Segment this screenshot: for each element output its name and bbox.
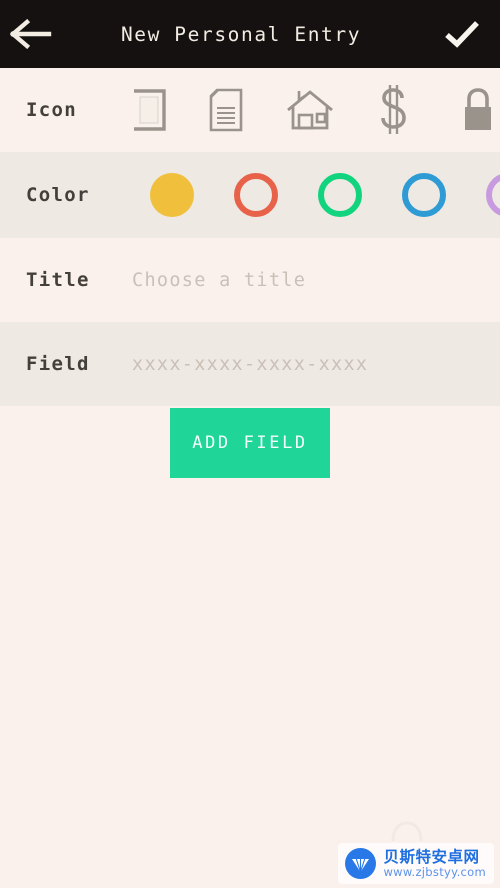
card-icon (134, 89, 166, 131)
house-icon (287, 90, 333, 130)
color-option-yellow[interactable] (130, 152, 214, 238)
icon-row-label: Icon (26, 99, 77, 121)
field-label: Field (26, 353, 90, 375)
title-label: Title (26, 269, 90, 291)
color-swatch-purple (486, 173, 500, 217)
icon-option-document[interactable] (184, 68, 268, 152)
color-swatch-blue (402, 173, 446, 217)
arrow-left-icon (10, 19, 52, 49)
icon-selector-row: Icon (0, 68, 500, 152)
icon-option-dollar[interactable] (352, 68, 436, 152)
color-selector-row: Color (0, 152, 500, 238)
color-strip[interactable] (130, 152, 500, 238)
icon-option-house[interactable] (268, 68, 352, 152)
app-screen: New Personal Entry Icon Color Title Choo… (0, 0, 500, 888)
color-row-label: Color (26, 184, 90, 206)
title-input[interactable] (132, 238, 500, 322)
page-title: New Personal Entry (120, 22, 362, 46)
back-button[interactable] (0, 0, 62, 68)
dollar-icon (381, 85, 406, 134)
watermark-url: www.zjbstyy.com (383, 865, 486, 880)
color-swatch-red (234, 173, 278, 217)
color-option-purple[interactable] (466, 152, 500, 238)
color-option-green[interactable] (298, 152, 382, 238)
shell-icon (352, 857, 370, 873)
add-field-button-area: ADD FIELD (0, 406, 500, 492)
color-option-red[interactable] (214, 152, 298, 238)
checkmark-icon (445, 21, 479, 48)
color-swatch-green (318, 173, 362, 217)
lock-icon (465, 88, 491, 130)
empty-content-area (0, 492, 500, 888)
confirm-button[interactable] (424, 0, 500, 68)
field-input[interactable] (132, 322, 500, 406)
value-field-row: Field (0, 322, 500, 406)
ghost-glyph-icon (391, 821, 423, 842)
color-swatch-yellow (150, 173, 194, 217)
watermark-logo-icon (345, 848, 377, 879)
app-bar: New Personal Entry (0, 0, 500, 68)
color-option-blue[interactable] (382, 152, 466, 238)
icon-option-lock[interactable] (436, 68, 500, 152)
document-icon (209, 88, 243, 132)
title-field-row: Title (0, 238, 500, 322)
watermark-text: 贝斯特安卓网 www.zjbstyy.com (383, 847, 486, 880)
icon-strip[interactable] (130, 68, 500, 152)
watermark-title: 贝斯特安卓网 (383, 847, 480, 866)
add-field-button[interactable]: ADD FIELD (170, 408, 330, 478)
icon-option-card[interactable] (130, 68, 184, 152)
watermark: 贝斯特安卓网 www.zjbstyy.com (338, 843, 494, 884)
